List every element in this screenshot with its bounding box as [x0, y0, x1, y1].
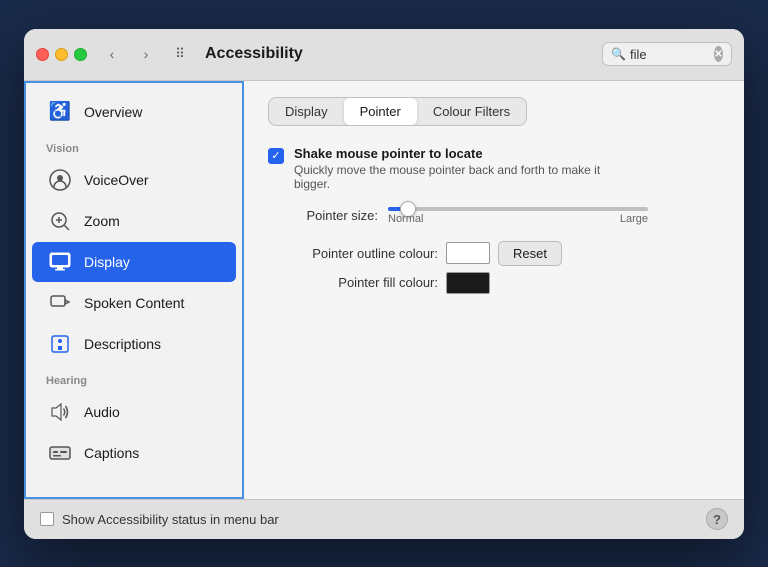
pointer-size-row: Pointer size: Normal Large	[268, 207, 720, 225]
section-label-hearing: Hearing	[26, 365, 242, 391]
sidebar-item-zoom[interactable]: Zoom	[32, 201, 236, 241]
window-title: Accessibility	[205, 45, 594, 63]
help-button[interactable]: ?	[706, 508, 728, 530]
slider-max-label: Large	[620, 213, 648, 225]
spoken-content-label: Spoken Content	[84, 295, 184, 311]
pointer-size-slider[interactable]	[388, 207, 648, 211]
tab-pointer[interactable]: Pointer	[344, 98, 417, 125]
shake-mouse-text: Shake mouse pointer to locate Quickly mo…	[294, 146, 634, 191]
shake-mouse-checkbox[interactable]: ✓	[268, 148, 284, 164]
search-input[interactable]	[630, 47, 710, 62]
shake-mouse-row: ✓ Shake mouse pointer to locate Quickly …	[268, 146, 720, 191]
audio-label: Audio	[84, 404, 120, 420]
clear-search-button[interactable]: ✕	[714, 46, 723, 62]
shake-mouse-description: Quickly move the mouse pointer back and …	[294, 163, 634, 191]
slider-tick-labels: Normal Large	[388, 213, 648, 225]
display-icon	[46, 248, 74, 276]
sidebar-item-display[interactable]: Display	[32, 242, 236, 282]
pointer-size-container: Normal Large	[388, 207, 648, 225]
sidebar-item-voiceover[interactable]: VoiceOver	[32, 160, 236, 200]
descriptions-label: Descriptions	[84, 336, 161, 352]
pointer-fill-label: Pointer fill colour:	[278, 275, 438, 290]
zoom-label: Zoom	[84, 213, 120, 229]
status-bar-label: Show Accessibility status in menu bar	[62, 512, 698, 527]
minimize-button[interactable]	[55, 48, 68, 61]
captions-label: Captions	[84, 445, 139, 461]
captions-icon	[46, 439, 74, 467]
pointer-outline-label: Pointer outline colour:	[278, 246, 438, 261]
shake-mouse-title: Shake mouse pointer to locate	[294, 146, 634, 161]
status-bar-checkbox[interactable]	[40, 512, 54, 526]
close-button[interactable]	[36, 48, 49, 61]
bottombar: Show Accessibility status in menu bar ?	[24, 499, 744, 539]
main-window: ‹ › ⠿ Accessibility 🔍 ✕ ♿ Overview Visio…	[24, 29, 744, 539]
descriptions-icon	[46, 330, 74, 358]
sidebar-item-audio[interactable]: Audio	[32, 392, 236, 432]
content-area: Display Pointer Colour Filters ✓ Shake m…	[244, 81, 744, 499]
back-button[interactable]: ‹	[99, 41, 125, 67]
grid-button[interactable]: ⠿	[167, 41, 193, 67]
display-label: Display	[84, 254, 130, 270]
voiceover-label: VoiceOver	[84, 172, 149, 188]
pointer-fill-swatch[interactable]	[446, 272, 490, 294]
section-label-vision: Vision	[26, 133, 242, 159]
search-icon: 🔍	[611, 47, 626, 61]
sidebar-item-descriptions[interactable]: Descriptions	[32, 324, 236, 364]
titlebar: ‹ › ⠿ Accessibility 🔍 ✕	[24, 29, 744, 81]
sidebar-item-overview[interactable]: ♿ Overview	[32, 92, 236, 132]
sidebar-item-spoken-content[interactable]: Spoken Content	[32, 283, 236, 323]
audio-icon	[46, 398, 74, 426]
tab-bar: Display Pointer Colour Filters	[268, 97, 527, 126]
sidebar: ♿ Overview Vision VoiceOver	[24, 81, 244, 499]
tab-display[interactable]: Display	[269, 98, 344, 125]
spoken-content-icon	[46, 289, 74, 317]
slider-min-label: Normal	[388, 213, 423, 225]
tab-colour-filters[interactable]: Colour Filters	[417, 98, 526, 125]
traffic-lights	[36, 48, 87, 61]
pointer-size-label: Pointer size:	[268, 208, 378, 223]
zoom-icon	[46, 207, 74, 235]
reset-button[interactable]: Reset	[498, 241, 562, 266]
sidebar-item-label: Overview	[84, 104, 142, 120]
sidebar-item-captions[interactable]: Captions	[32, 433, 236, 473]
forward-button[interactable]: ›	[133, 41, 159, 67]
search-bar: 🔍 ✕	[602, 42, 732, 66]
voiceover-icon	[46, 166, 74, 194]
maximize-button[interactable]	[74, 48, 87, 61]
pointer-outline-swatch[interactable]	[446, 242, 490, 264]
overview-icon: ♿	[46, 98, 74, 126]
main-content: ♿ Overview Vision VoiceOver	[24, 81, 744, 499]
